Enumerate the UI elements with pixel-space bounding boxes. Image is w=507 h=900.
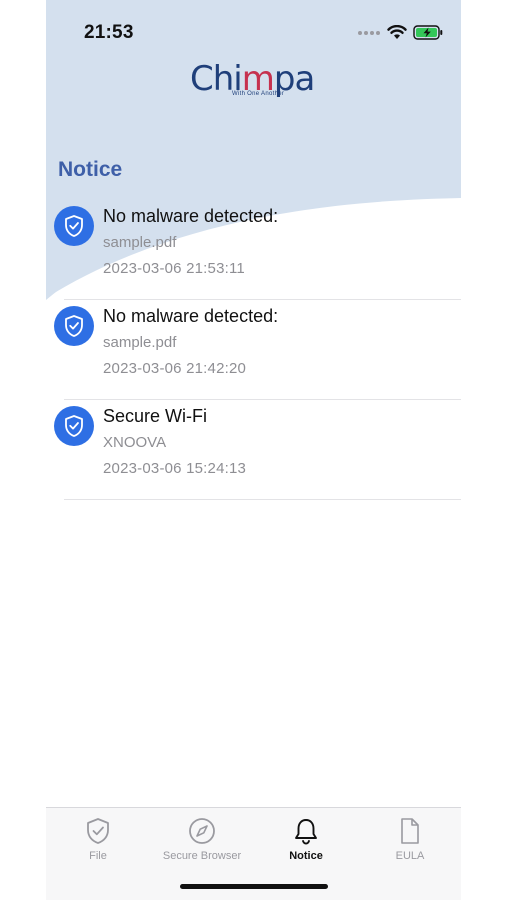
compass-icon [189, 818, 215, 844]
notice-subtitle: sample.pdf [103, 334, 177, 351]
notice-subtitle: sample.pdf [103, 234, 177, 251]
shield-check-icon [54, 306, 94, 346]
notice-title: No malware detected: [103, 306, 279, 326]
wifi-icon [387, 25, 407, 39]
notice-title: Secure Wi-Fi [103, 406, 208, 426]
notice-date: 2023-03-06 15:24:13 [103, 460, 247, 477]
notice-date: 2023-03-06 21:42:20 [103, 360, 247, 377]
logo-tagline: With One Another [232, 91, 285, 97]
page-title: Notice [58, 158, 123, 181]
document-icon [401, 818, 419, 844]
tab-secure-browser[interactable]: Secure Browser [150, 816, 254, 862]
signal-dots-icon [358, 30, 380, 35]
tab-label: Notice [289, 850, 323, 862]
phone-screen: 21:53 Chimpa With One Another Notice No … [46, 0, 461, 900]
shield-check-outline-icon [87, 818, 109, 844]
notice-title: No malware detected: [103, 206, 279, 226]
shield-check-icon [54, 406, 94, 446]
status-time: 21:53 [84, 22, 134, 43]
tab-notice[interactable]: Notice [254, 816, 358, 862]
list-item[interactable]: No malware detected: sample.pdf 2023-03-… [54, 200, 461, 300]
list-item[interactable]: Secure Wi-Fi XNOOVA 2023-03-06 15:24:13 [54, 400, 461, 500]
status-bar: 21:53 [46, 0, 461, 60]
tab-file[interactable]: File [46, 816, 150, 862]
status-icons [357, 25, 443, 40]
notice-date: 2023-03-06 21:53:11 [103, 260, 245, 277]
tab-label: EULA [395, 850, 425, 862]
bell-icon [295, 819, 317, 845]
chimpa-logo: Chimpa With One Another [190, 60, 315, 100]
list-item[interactable]: No malware detected: sample.pdf 2023-03-… [54, 300, 461, 400]
home-indicator[interactable] [180, 884, 328, 889]
notice-list: No malware detected: sample.pdf 2023-03-… [46, 200, 461, 500]
battery-charging-icon [413, 25, 443, 40]
tab-eula[interactable]: EULA [358, 816, 461, 862]
tab-label: File [89, 850, 107, 862]
tab-label: Secure Browser [162, 850, 242, 862]
shield-check-icon [54, 206, 94, 246]
notice-subtitle: XNOOVA [103, 434, 167, 451]
